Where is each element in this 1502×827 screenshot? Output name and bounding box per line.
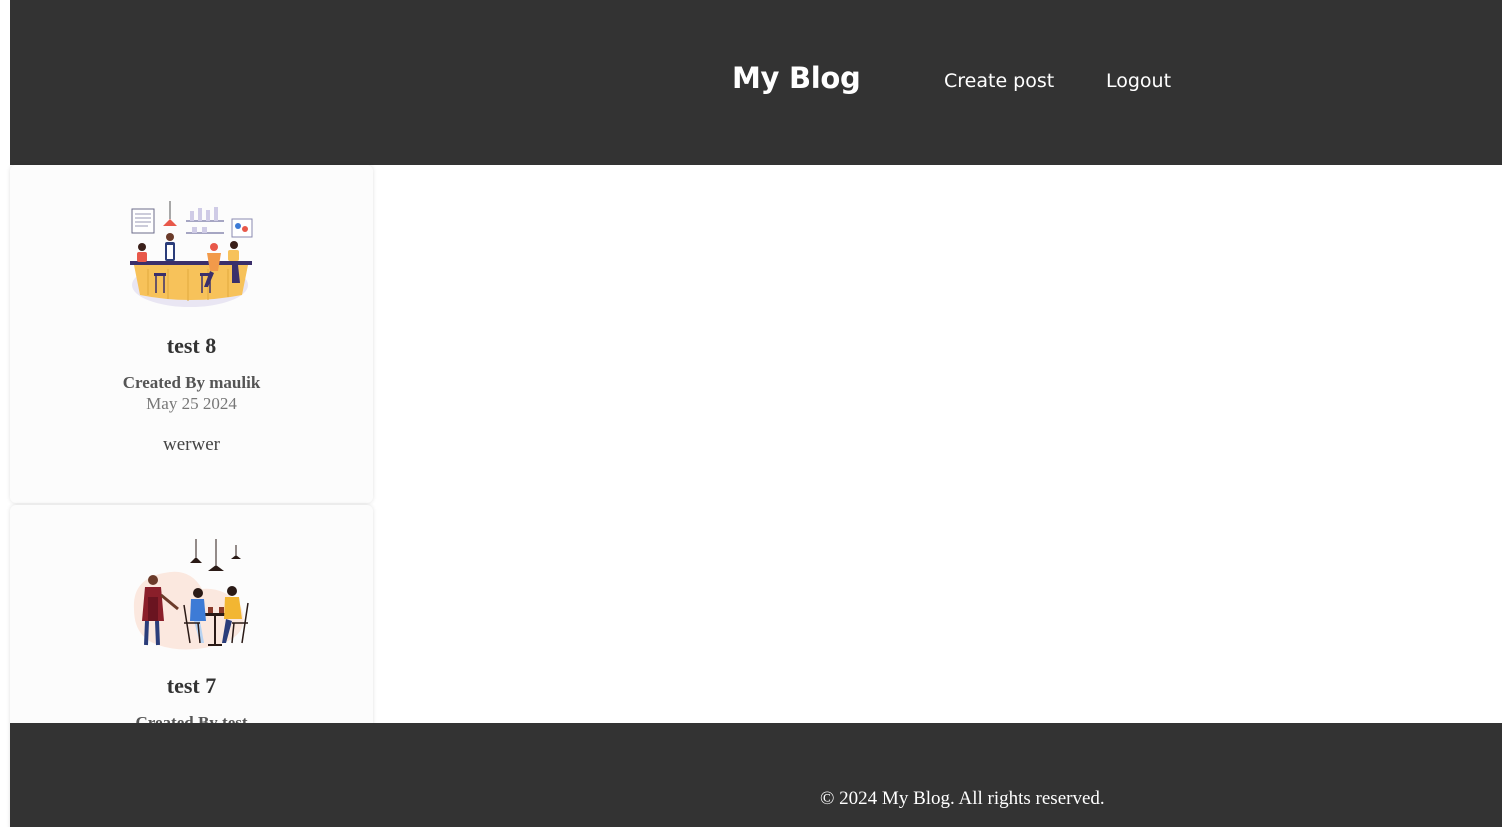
logout-link[interactable]: Logout	[1106, 70, 1171, 92]
site-brand[interactable]: My Blog	[732, 61, 861, 95]
post-date: May 25 2024	[146, 394, 237, 413]
post-card[interactable]: test 8 Created By maulik May 25 2024 wer…	[10, 165, 373, 503]
create-post-link[interactable]: Create post	[944, 70, 1054, 92]
post-title[interactable]: test 8	[10, 333, 373, 359]
restaurant-counter-illustration	[130, 201, 253, 307]
site-footer: © 2024 My Blog. All rights reserved.	[10, 723, 1502, 827]
post-title[interactable]: test 7	[10, 673, 373, 699]
site-header: My Blog Create post Logout	[10, 0, 1502, 165]
post-author: Created By maulik	[122, 373, 261, 392]
copyright-text: © 2024 My Blog. All rights reserved.	[820, 788, 1105, 809]
cafe-waiter-illustration	[133, 539, 249, 650]
post-excerpt: werwer	[163, 434, 220, 455]
